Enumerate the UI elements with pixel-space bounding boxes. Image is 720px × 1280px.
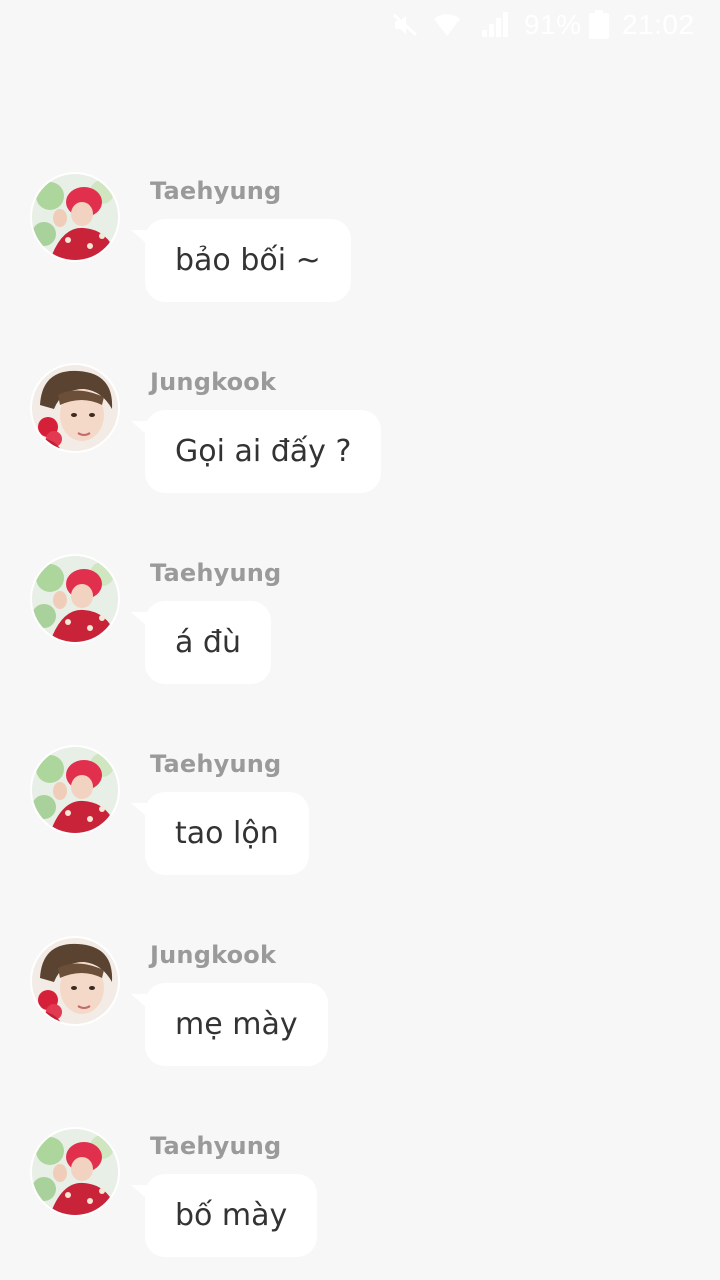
- chat-message: Jungkook mẹ mày: [0, 938, 720, 1078]
- message-bubble[interactable]: tao lộn: [145, 792, 309, 875]
- message-text: á đù: [175, 625, 241, 660]
- message-bubble[interactable]: Gọi ai đấy ?: [145, 410, 382, 493]
- sender-name: Taehyung: [150, 559, 282, 587]
- sender-name: Taehyung: [150, 177, 282, 205]
- avatar-taehyung[interactable]: [32, 1129, 118, 1215]
- message-bubble[interactable]: bảo bối ~: [145, 219, 351, 302]
- chat-message: Taehyung bảo bối ~: [0, 174, 720, 314]
- avatar-taehyung[interactable]: [32, 747, 118, 833]
- chat-message: Jungkook Gọi ai đấy ?: [0, 365, 720, 505]
- avatar-taehyung[interactable]: [32, 556, 118, 642]
- message-text: tao lộn: [175, 816, 279, 851]
- sender-name: Jungkook: [150, 368, 277, 396]
- sender-name: Jungkook: [150, 941, 277, 969]
- message-bubble[interactable]: bố mày: [145, 1174, 318, 1257]
- avatar-jungkook[interactable]: [32, 365, 118, 451]
- message-text: Gọi ai đấy ?: [175, 434, 352, 469]
- avatar-taehyung[interactable]: [32, 174, 118, 260]
- message-bubble[interactable]: á đù: [145, 601, 271, 684]
- message-text: mẹ mày: [175, 1007, 298, 1042]
- sender-name: Taehyung: [150, 750, 282, 778]
- chat-message: Taehyung á đù: [0, 556, 720, 696]
- message-text: bố mày: [175, 1198, 288, 1233]
- chat-message: Taehyung tao lộn: [0, 747, 720, 887]
- chat-thread: Taehyung bảo bối ~ Jungkook Gọi ai đấy ?…: [0, 0, 720, 1280]
- sender-name: Taehyung: [150, 1132, 282, 1160]
- avatar-jungkook[interactable]: [32, 938, 118, 1024]
- message-text: bảo bối ~: [175, 243, 321, 278]
- chat-message: Taehyung bố mày: [0, 1129, 720, 1269]
- message-bubble[interactable]: mẹ mày: [145, 983, 328, 1066]
